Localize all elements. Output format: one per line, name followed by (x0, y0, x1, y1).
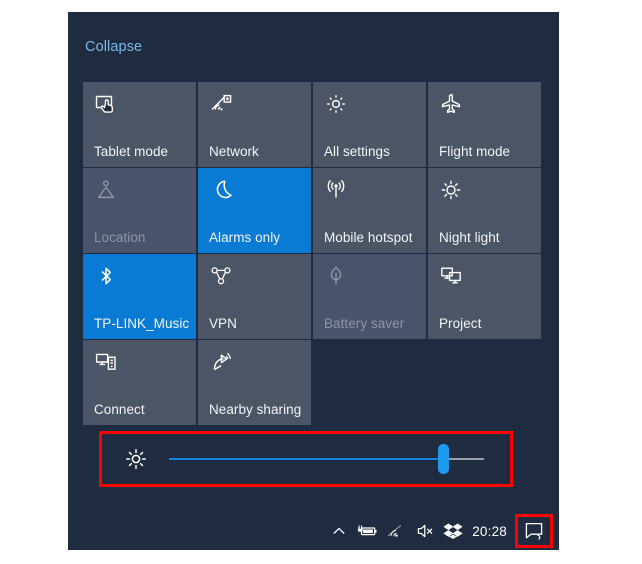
tile-label: Battery saver (324, 316, 405, 331)
slider-fill (169, 458, 444, 460)
battery-charging-icon[interactable] (352, 512, 382, 550)
tile-label: Alarms only (209, 230, 281, 245)
volume-muted-icon[interactable] (410, 512, 438, 550)
taskbar-clock[interactable]: 20:28 (468, 524, 515, 539)
quick-action-tile-tablet-mode[interactable]: Tablet mode (83, 82, 196, 167)
screenshot-root: Collapse Tablet mode Network All setting… (0, 0, 642, 564)
tile-label: Nearby sharing (209, 402, 302, 417)
tile-label: Location (94, 230, 146, 245)
chevron-up-icon[interactable] (326, 512, 352, 550)
collapse-link[interactable]: Collapse (85, 39, 142, 55)
quick-action-tile-night-light[interactable]: Night light (428, 168, 541, 253)
moon-icon (209, 178, 237, 206)
brightness-slider[interactable] (169, 444, 484, 474)
tile-label: Connect (94, 402, 145, 417)
location-person-icon (94, 178, 122, 206)
brightness-sun-icon (124, 447, 148, 471)
tile-label: Flight mode (439, 144, 511, 159)
quick-action-tile-project[interactable]: Project (428, 254, 541, 339)
action-center-panel: Collapse Tablet mode Network All setting… (68, 12, 559, 550)
quick-action-tile-location[interactable]: Location (83, 168, 196, 253)
nearby-sharing-icon (209, 350, 237, 378)
action-center-button[interactable] (515, 514, 553, 548)
quick-action-tile-flight-mode[interactable]: Flight mode (428, 82, 541, 167)
tile-label: Mobile hotspot (324, 230, 413, 245)
quick-action-tile-network[interactable]: Network (198, 82, 311, 167)
hotspot-icon (324, 178, 352, 206)
quick-action-tile-vpn[interactable]: VPN (198, 254, 311, 339)
tile-label: Tablet mode (94, 144, 169, 159)
quick-action-tile-alarms-only[interactable]: Alarms only (198, 168, 311, 253)
project-screens-icon (439, 264, 467, 292)
leaf-icon (324, 264, 352, 292)
network-icon (209, 92, 237, 120)
tablet-mode-icon (94, 92, 122, 120)
airplane-icon (439, 92, 467, 120)
quick-actions-grid: Tablet mode Network All settings Flight … (83, 82, 543, 425)
tile-label: All settings (324, 144, 390, 159)
taskbar: 20:28 (68, 512, 559, 550)
quick-action-tile-bluetooth[interactable]: TP-LINK_Music (83, 254, 196, 339)
tile-label: Project (439, 316, 482, 331)
slider-thumb[interactable] (438, 444, 450, 474)
quick-action-tile-nearby-sharing[interactable]: Nearby sharing (198, 340, 311, 425)
wifi-icon[interactable] (382, 512, 410, 550)
tile-label: VPN (209, 316, 237, 331)
vpn-nodes-icon (209, 264, 237, 292)
brightness-control-row (99, 431, 513, 487)
bluetooth-icon (94, 264, 122, 292)
dropbox-icon[interactable] (438, 512, 468, 550)
quick-action-tile-all-settings[interactable]: All settings (313, 82, 426, 167)
grid-empty-cell (313, 340, 426, 425)
grid-empty-cell (428, 340, 541, 425)
tile-label: Network (209, 144, 259, 159)
connect-devices-icon (94, 350, 122, 378)
sun-icon (439, 178, 467, 206)
tile-label: TP-LINK_Music (94, 316, 190, 331)
system-tray: 20:28 (326, 512, 553, 550)
quick-action-tile-connect[interactable]: Connect (83, 340, 196, 425)
tile-label: Night light (439, 230, 500, 245)
quick-action-tile-mobile-hotspot[interactable]: Mobile hotspot (313, 168, 426, 253)
quick-action-tile-battery-saver[interactable]: Battery saver (313, 254, 426, 339)
gear-icon (324, 92, 352, 120)
